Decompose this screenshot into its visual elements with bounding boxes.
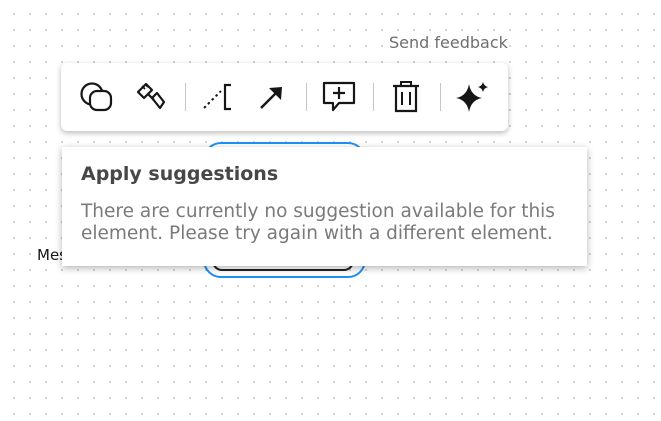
- tooltip-title: Apply suggestions: [81, 163, 279, 185]
- add-comment-icon: [321, 80, 357, 114]
- shapes-icon: [78, 80, 116, 114]
- element-toolbar: [61, 63, 508, 131]
- dotted-bracket-icon: [201, 80, 235, 114]
- shapes-button[interactable]: [75, 75, 119, 119]
- toolbar-divider: [306, 83, 307, 111]
- toolbar-divider: [440, 83, 441, 111]
- paintbrush-icon: [134, 80, 168, 114]
- arrow-icon: [255, 80, 289, 114]
- ai-suggestions-button[interactable]: [451, 75, 495, 119]
- send-feedback-link[interactable]: Send feedback: [389, 33, 508, 52]
- toolbar-divider: [373, 83, 374, 111]
- add-comment-button[interactable]: [317, 75, 361, 119]
- delete-button[interactable]: [384, 75, 428, 119]
- sparkle-icon: [455, 80, 491, 114]
- connector-button[interactable]: [196, 75, 240, 119]
- arrow-button[interactable]: [250, 75, 294, 119]
- trash-icon: [390, 80, 422, 114]
- toolbar-divider: [185, 83, 186, 111]
- apply-suggestions-tooltip: Apply suggestions There are currently no…: [62, 147, 587, 266]
- tooltip-message: There are currently no suggestion availa…: [81, 201, 555, 244]
- style-button[interactable]: [129, 75, 173, 119]
